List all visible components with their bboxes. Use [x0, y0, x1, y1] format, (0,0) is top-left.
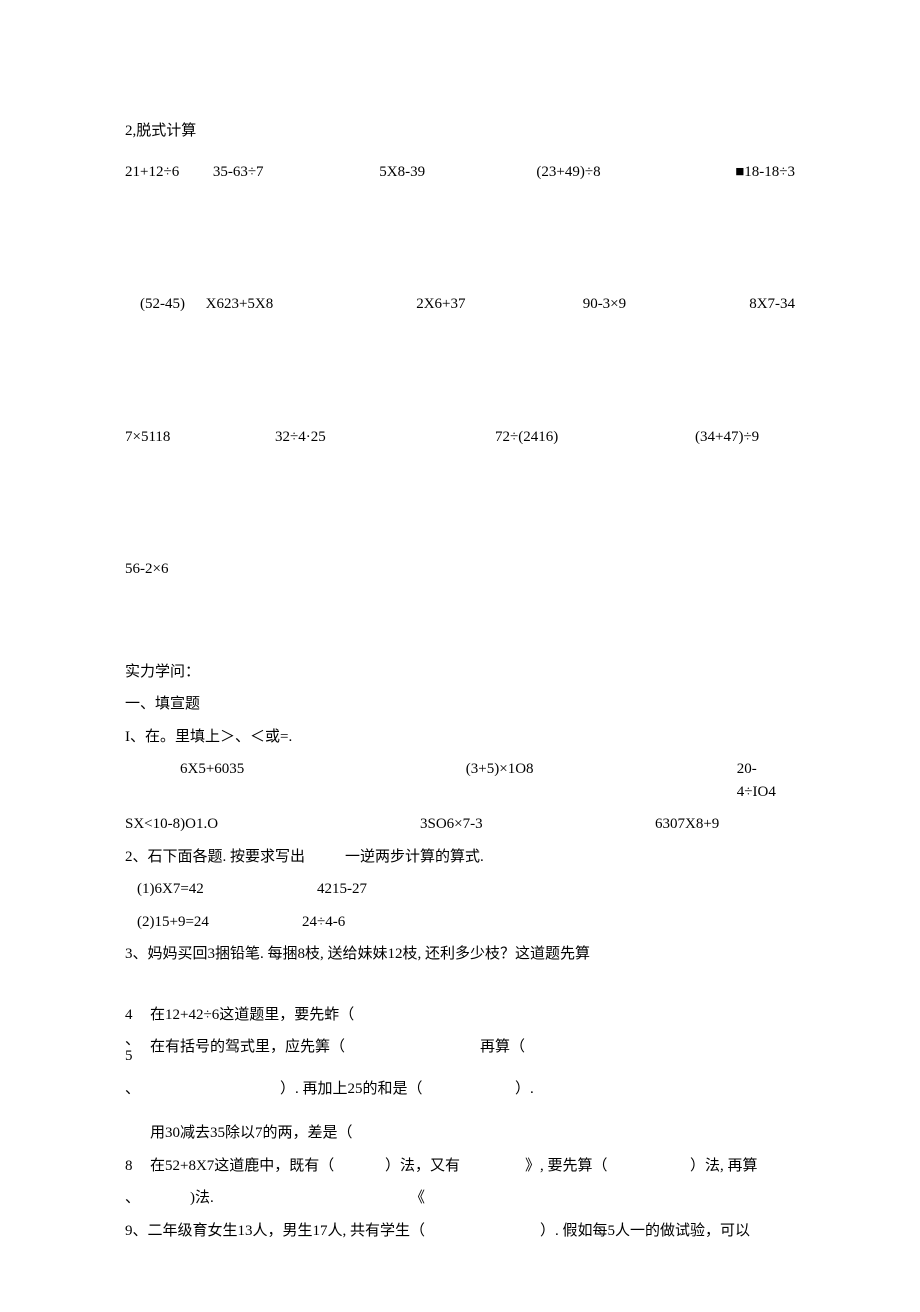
text: ）. 再加上25的和是（	[280, 1078, 515, 1101]
text: 2、石下面各题. 按要求写出	[125, 846, 345, 869]
calc-row-4: 56-2×6	[125, 558, 795, 581]
expr: 6307X8+9	[655, 813, 719, 836]
num: 4	[125, 1004, 150, 1027]
text: 在12+42÷6这道题里，要先蚱（	[150, 1004, 354, 1027]
expr: 90-3×9	[583, 293, 750, 316]
punct: 、	[125, 1078, 150, 1101]
q6: 用30减去35除以7的两，差是（	[125, 1122, 795, 1145]
text: ）.	[515, 1078, 534, 1101]
text: 《	[410, 1187, 425, 1210]
q2-line2: (2)15+9=24 24÷4-6	[125, 911, 795, 934]
expr: (34+47)÷9	[695, 426, 759, 449]
expr: 72÷(2416)	[495, 426, 695, 449]
q4: 4 在12+42÷6这道题里，要先蚱（	[125, 1004, 795, 1027]
text: 在52+8X7这道鹿中，既有（	[150, 1155, 385, 1178]
text: ）. 假如每5人一的做试验，可以	[540, 1220, 750, 1243]
expr: (3+5)×1O8	[466, 758, 737, 803]
expr: (2)15+9=24	[137, 911, 302, 934]
expr: 20-4÷IO4	[737, 758, 795, 803]
expr: 2X6+37	[416, 293, 583, 316]
expr: 8X7-34	[749, 293, 795, 316]
expr: 32÷4·25	[275, 426, 495, 449]
expr: X623+5X8	[206, 293, 417, 316]
expr: 5X8-39	[379, 161, 536, 184]
text: 在有括号的驾式里，应先筭（	[150, 1036, 480, 1068]
text: 一逆两步计算的算式.	[345, 846, 484, 869]
expr: 24÷4-6	[302, 911, 345, 934]
q8-row1: 8 在52+8X7这道鹿中，既有（ ）法，又有 》, 要先算（ ）法, 再算	[125, 1155, 795, 1178]
q5-row1: 、 5 在有括号的驾式里，应先筭（ 再算（	[125, 1036, 795, 1068]
q8-row2: 、 )法. 《	[125, 1187, 795, 1210]
punct: 、	[125, 1036, 150, 1045]
punct: 、	[125, 1187, 150, 1210]
expr: 56-2×6	[125, 558, 168, 581]
text: )法.	[190, 1187, 410, 1210]
punct-num: 、 5	[125, 1036, 150, 1068]
expr: (23+49)÷8	[536, 161, 735, 184]
expr: 35-63÷7	[213, 161, 379, 184]
num: 5	[125, 1048, 133, 1064]
fill-title: 一、填宣题	[125, 693, 795, 716]
text: 再算（	[480, 1036, 525, 1068]
expr: 4215-27	[317, 878, 367, 901]
q1-row1: 6X5+6035 (3+5)×1O8 20-4÷IO4	[125, 758, 795, 803]
expr: (52-45)	[140, 293, 206, 316]
expr: 7×5118	[125, 426, 275, 449]
q1-prompt: I、在。里填上＞、＜或=.	[125, 726, 795, 749]
section2-title: 2,脱式计算	[125, 120, 795, 143]
text: 9、二年级育女生13人，男生17人, 共有学生（	[125, 1220, 540, 1243]
calc-row-1: 21+12÷6 35-63÷7 5X8-39 (23+49)÷8 ■18-18÷…	[125, 161, 795, 184]
calc-row-2: (52-45) X623+5X8 2X6+37 90-3×9 8X7-34	[125, 293, 795, 316]
expr: 6X5+6035	[180, 758, 466, 803]
expr: 3SO6×7-3	[420, 813, 655, 836]
q5-row2: 、 ）. 再加上25的和是（ ）.	[125, 1078, 795, 1101]
q9: 9、二年级育女生13人，男生17人, 共有学生（ ）. 假如每5人一的做试验，可…	[125, 1220, 795, 1243]
q2-line1: (1)6X7=42 4215-27	[125, 878, 795, 901]
q3: 3、妈妈买回3捆铅笔. 每捆8枝, 送给妹妹12枝, 还利多少枝？这道题先算	[125, 943, 795, 966]
text: 》, 要先算（	[525, 1155, 690, 1178]
num: 8	[125, 1155, 150, 1178]
expr: ■18-18÷3	[735, 161, 795, 184]
text: ）法，又有	[385, 1155, 525, 1178]
expr: (1)6X7=42	[137, 878, 317, 901]
expr: SX<10-8)O1.O	[125, 813, 420, 836]
q2-prompt: 2、石下面各题. 按要求写出 一逆两步计算的算式.	[125, 846, 795, 869]
calc-row-3: 7×5118 32÷4·25 72÷(2416) (34+47)÷9	[125, 426, 795, 449]
text: ）法, 再算	[690, 1155, 758, 1178]
ability-title: 实力学问：	[125, 661, 795, 684]
expr: 21+12÷6	[125, 161, 213, 184]
q1-row2: SX<10-8)O1.O 3SO6×7-3 6307X8+9	[125, 813, 795, 836]
